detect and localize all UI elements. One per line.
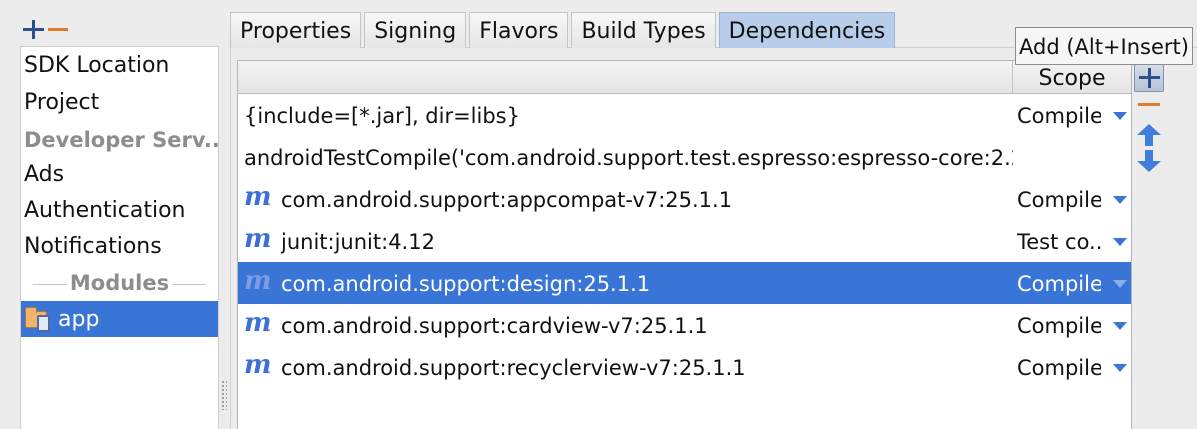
maven-icon: m [244,308,272,338]
table-header: Scope [238,61,1131,94]
scope-value: Compile [1017,356,1101,380]
maven-icon: m [244,182,272,212]
settings-nav-list: SDK Location Project Developer Serv... A… [20,46,219,429]
nav-item-ads[interactable]: Ads [21,157,218,193]
tab-dependencies[interactable]: Dependencies [718,12,896,48]
dependency-row[interactable]: m com.android.support:design:25.1.1 Compil… [238,262,1131,304]
dependency-name: com.android.support:recyclerview-v7:25.1… [281,356,746,380]
nav-item-notifications[interactable]: Notifications [21,229,218,265]
nav-item-project[interactable]: Project [21,85,218,121]
dependency-name: junit:junit:4.12 [281,230,435,254]
maven-icon: m [244,266,272,296]
tab-build-types[interactable]: Build Types [571,12,716,48]
add-dependency-button[interactable] [1134,64,1164,92]
scope-dropdown-icon[interactable] [1113,238,1127,246]
module-item-app[interactable]: app [21,301,218,337]
android-module-icon [24,306,54,332]
scope-dropdown-icon[interactable] [1113,196,1127,204]
scope-value: Compile [1017,314,1101,338]
modules-separator: Modules [21,265,218,301]
scope-dropdown-icon[interactable] [1113,364,1127,372]
module-item-label: app [58,306,100,332]
dependency-row[interactable]: m com.android.support:cardview-v7:25.1.1 C… [238,304,1131,346]
tab-signing[interactable]: Signing [364,12,467,48]
dependency-row[interactable]: androidTestCompile('com.android.support.… [238,136,1131,178]
dependencies-table: Scope {include=[*.jar], dir=libs} Compile… [237,60,1132,429]
scope-dropdown-icon[interactable] [1113,280,1127,288]
panel-splitter-handle[interactable] [221,380,227,410]
remove-module-icon[interactable] [46,18,70,40]
scope-dropdown-icon[interactable] [1113,112,1127,120]
remove-dependency-button[interactable] [1136,96,1162,110]
move-down-button[interactable] [1136,150,1162,172]
modules-section-label: Modules [66,271,173,295]
maven-icon: m [244,350,272,380]
module-tabs: Properties Signing Flavors Build Types D… [230,12,898,48]
dependency-row[interactable]: m junit:junit:4.12 Test co... [238,220,1131,262]
dependency-row[interactable]: {include=[*.jar], dir=libs} Compile [238,94,1131,136]
scope-value: Compile [1017,104,1101,128]
nav-item-sdk-location[interactable]: SDK Location [21,47,218,85]
scope-value: Compile [1017,272,1101,296]
dependency-rows: {include=[*.jar], dir=libs} Compile androi… [238,94,1131,388]
dependency-name: androidTestCompile('com.android.support.… [244,146,1013,170]
modules-toolbar [22,14,70,44]
add-tooltip: Add (Alt+Insert) [1015,27,1193,65]
dependency-row[interactable]: m com.android.support:appcompat-v7:25.1.1… [238,178,1131,220]
move-up-button[interactable] [1136,124,1162,146]
arrow-down-icon [1137,161,1161,172]
dependency-name: com.android.support:appcompat-v7:25.1.1 [281,188,733,212]
add-module-icon[interactable] [22,18,44,40]
section-developer-services: Developer Serv... [24,128,218,152]
dependency-name: com.android.support:design:25.1.1 [281,272,651,296]
scope-dropdown-icon[interactable] [1113,322,1127,330]
dependency-name: {include=[*.jar], dir=libs} [244,104,520,128]
tab-flavors[interactable]: Flavors [469,12,569,48]
scope-value: Test co... [1017,230,1101,254]
dependency-name: com.android.support:cardview-v7:25.1.1 [281,314,708,338]
nav-item-authentication[interactable]: Authentication [21,193,218,229]
tab-properties[interactable]: Properties [230,12,362,48]
dependency-row[interactable]: m com.android.support:recyclerview-v7:25.… [238,346,1131,388]
scope-value: Compile [1017,188,1101,212]
maven-icon: m [244,224,272,254]
